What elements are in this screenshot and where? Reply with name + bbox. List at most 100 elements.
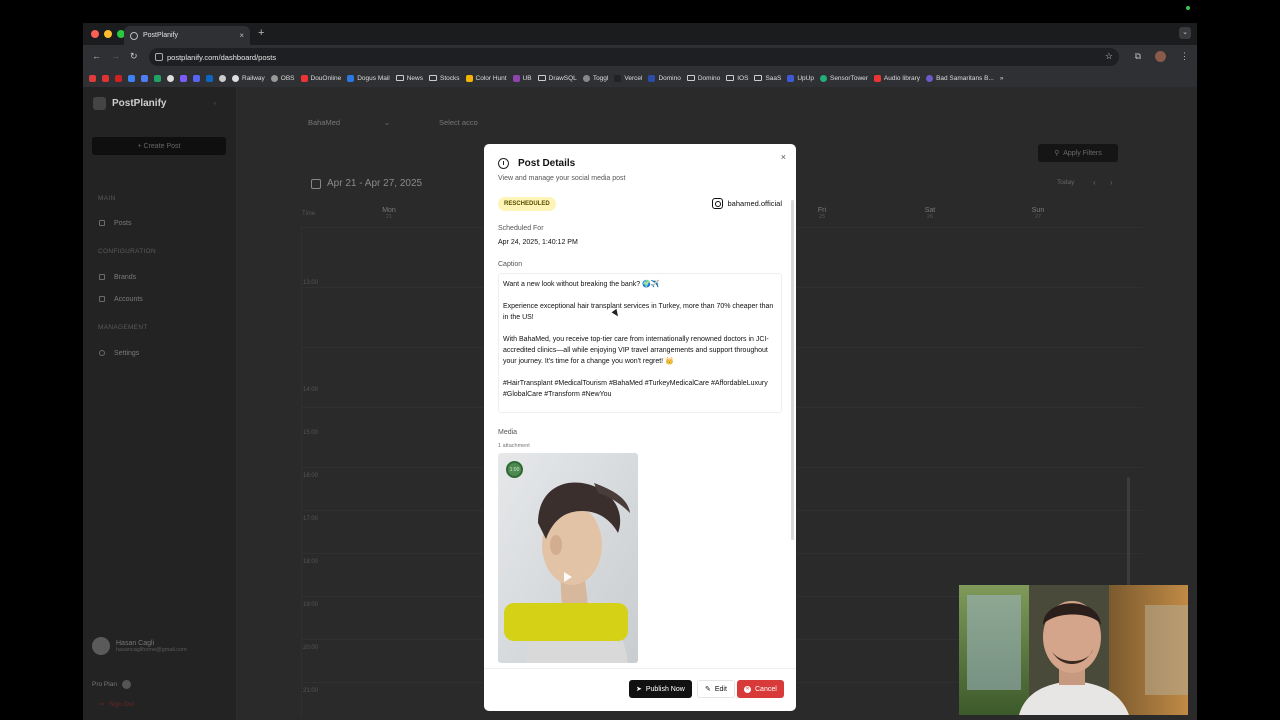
bookmark-drawsql[interactable]: DrawSQL <box>537 75 577 82</box>
caption-paragraph: Want a new look without breaking the ban… <box>503 281 660 288</box>
bookmark-icon-8[interactable] <box>180 74 187 82</box>
brands-icon <box>99 274 105 280</box>
bookmark-ub[interactable]: UB <box>512 74 532 82</box>
today-button[interactable]: Today <box>1057 179 1074 186</box>
cancel-button[interactable]: ✕ Cancel <box>737 680 784 698</box>
create-post-button[interactable]: + Create Post <box>92 137 226 155</box>
extensions-icon[interactable]: ⧉ <box>1135 51 1141 62</box>
webcam-overlay <box>959 585 1188 715</box>
user-email: hasancaglihome@gmail.com <box>116 646 187 653</box>
bookmark-icon-11[interactable] <box>219 74 226 82</box>
bookmark-audio-library[interactable]: Audio library <box>873 74 920 82</box>
brand[interactable]: PostPlanify <box>93 97 166 110</box>
send-icon: ➤ <box>636 686 642 693</box>
day-header-fri: Fri 25 <box>817 207 827 220</box>
browser-tab[interactable]: PostPlanify × <box>124 26 250 45</box>
caption-paragraph: With BahaMed, you receive top-tier care … <box>503 336 769 365</box>
section-main: MAIN <box>98 195 116 202</box>
bookmark-icon-9[interactable] <box>193 74 200 82</box>
user-avatar <box>92 637 110 655</box>
back-icon[interactable]: ← <box>92 51 101 61</box>
bookmark-douonline[interactable]: DouOnline <box>300 74 341 82</box>
brand-filter-select[interactable]: BahaMed ⌄ <box>308 118 390 127</box>
account-handle: bahamed.official <box>711 198 782 209</box>
close-modal-icon[interactable]: × <box>781 152 786 162</box>
tab-search-icon[interactable]: ⌄ <box>1179 27 1191 39</box>
bookmark-bad-samaritans[interactable]: Bad Samaritans B... <box>926 74 994 82</box>
bookmark-icon-5[interactable] <box>141 74 148 82</box>
browser-menu-icon[interactable]: ⋮ <box>1180 51 1189 62</box>
apply-filters-button[interactable]: ⚲ Apply Filters <box>1038 144 1118 162</box>
bookmarks-overflow-icon[interactable]: » <box>1000 75 1004 82</box>
sidebar-item-brands[interactable]: Brands <box>92 269 228 285</box>
publish-now-button[interactable]: ➤ Publish Now <box>629 680 692 698</box>
close-tab-icon[interactable]: × <box>239 31 244 40</box>
day-header-sat: Sat 26 <box>924 207 936 220</box>
sidebar-item-accounts[interactable]: Accounts <box>92 291 228 307</box>
modal-body: RESCHEDULED bahamed.official Scheduled F… <box>484 190 796 666</box>
sidebar-item-settings[interactable]: Settings <box>92 345 228 361</box>
plan-badge: Pro Plan <box>92 680 131 689</box>
bookmark-icon-6[interactable] <box>154 74 161 82</box>
user-profile[interactable]: Hasan Cagli hasancaglihome@gmail.com <box>92 637 187 655</box>
section-management: MANAGEMENT <box>98 324 148 331</box>
bookmark-dogus-mail[interactable]: Dogus Mail <box>347 74 390 82</box>
forward-icon[interactable]: → <box>111 51 120 61</box>
edit-button[interactable]: ✎ Edit <box>697 680 735 698</box>
time-label: 21:00 <box>303 688 319 694</box>
scheduled-value: Apr 24, 2025, 1:40:12 PM <box>498 239 578 246</box>
bookmark-vercel[interactable]: Vercel <box>614 74 642 82</box>
tab-strip: PostPlanify × + ⌄ <box>83 23 1197 45</box>
time-label: 19:00 <box>303 602 319 608</box>
bookmark-news[interactable]: News <box>395 75 423 82</box>
play-icon[interactable] <box>564 572 572 582</box>
bookmark-color-hunt[interactable]: Color Hunt <box>465 74 507 82</box>
media-thumbnail[interactable]: 1:00 <box>498 453 638 663</box>
bookmark-icon-github[interactable] <box>167 74 174 82</box>
settings-gear-icon <box>99 350 105 356</box>
verified-check-icon <box>121 680 131 689</box>
accounts-icon <box>99 296 105 302</box>
time-label: 16:00 <box>303 473 319 479</box>
site-info-icon[interactable] <box>155 53 163 61</box>
tab-favicon-icon <box>130 31 138 40</box>
bookmark-railway[interactable]: Railway <box>232 74 265 82</box>
post-details-modal: × Post Details View and manage your soci… <box>484 144 796 711</box>
new-tab-icon[interactable]: + <box>258 27 264 39</box>
bookmark-obs[interactable]: OBS <box>270 74 295 82</box>
bookmark-ios[interactable]: IOS <box>726 75 748 82</box>
reload-icon[interactable]: ↻ <box>130 51 138 62</box>
address-bar[interactable]: postplanify.com/dashboard/posts ☆ <box>149 48 1119 66</box>
bookmark-icon-3[interactable] <box>115 74 122 82</box>
tab-title: PostPlanify <box>143 32 179 39</box>
bookmark-domino-2[interactable]: Domino <box>686 75 720 82</box>
sign-out-link[interactable]: ⇥ Sign Out <box>98 700 134 708</box>
bookmark-icon-linkedin[interactable] <box>206 74 213 82</box>
bookmark-icon-1[interactable] <box>89 74 96 82</box>
minimize-window-button[interactable] <box>104 30 112 38</box>
posts-icon <box>99 220 105 226</box>
bookmark-stocks[interactable]: Stocks <box>429 75 460 82</box>
bookmark-toggl[interactable]: Toggl <box>582 74 608 82</box>
collapse-sidebar-icon[interactable]: ‹ <box>214 101 216 107</box>
close-window-button[interactable] <box>91 30 99 38</box>
camera-indicator-icon <box>1186 6 1190 10</box>
bookmark-upup[interactable]: UpUp <box>787 74 814 82</box>
media-label: Media <box>498 429 518 436</box>
account-filter-select[interactable]: Select acco <box>439 118 478 127</box>
bookmark-saas[interactable]: SaaS <box>754 75 781 82</box>
time-label: 20:00 <box>303 645 319 651</box>
bookmark-domino-1[interactable]: Domino <box>648 74 681 82</box>
sidebar-item-posts[interactable]: Posts <box>92 215 228 231</box>
prev-week-icon[interactable]: ‹ <box>1093 178 1096 187</box>
day-header-sun: Sun 27 <box>1031 207 1045 220</box>
bookmark-icon-4[interactable] <box>128 74 135 82</box>
bookmark-sensortower[interactable]: SensorTower <box>819 74 868 82</box>
next-week-icon[interactable]: › <box>1110 178 1113 187</box>
time-label: 14:00 <box>303 387 319 393</box>
modal-scrollbar[interactable] <box>791 200 794 540</box>
bookmark-icon-2[interactable] <box>102 74 109 82</box>
profile-avatar-icon[interactable] <box>1155 51 1166 62</box>
bookmark-star-icon[interactable]: ☆ <box>1105 51 1113 62</box>
time-label: 18:00 <box>303 559 319 565</box>
